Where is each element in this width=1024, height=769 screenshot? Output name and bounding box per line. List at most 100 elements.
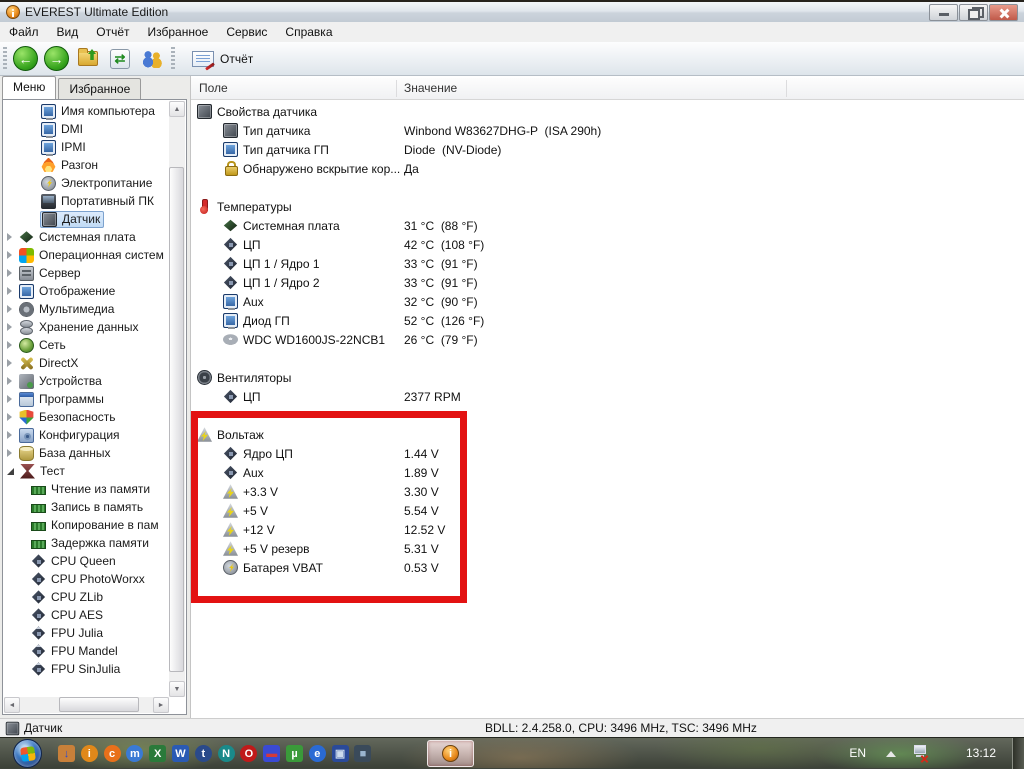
horizontal-scroll-thumb[interactable]	[59, 697, 139, 712]
title-bar[interactable]: EVEREST Ultimate Edition	[0, 0, 1024, 22]
menu-item-избранное[interactable]: Избранное	[139, 22, 218, 42]
floppy-icon[interactable]: ▬	[263, 745, 281, 762]
report-button[interactable]: Отчёт	[184, 48, 261, 70]
sidebar-item-cpu-aes[interactable]: CPU AES	[3, 606, 169, 624]
sensor-row[interactable]: Системная плата 31 °C (88 °F)	[191, 216, 1024, 235]
tree-item-box[interactable]: CPU ZLib	[30, 589, 106, 606]
tree-item-box[interactable]: Программы	[18, 391, 107, 408]
expand-arrow-icon[interactable]	[7, 449, 12, 457]
sidebar-item-fpu-julia[interactable]: FPU Julia	[3, 624, 169, 642]
tree-horizontal-scrollbar[interactable]: ◄ ►	[4, 697, 169, 713]
tree-item-box[interactable]: Запись в память	[30, 499, 146, 516]
tree-item-box[interactable]: Операционная систем	[18, 247, 167, 264]
sidebar-item-имя-компьютера[interactable]: Имя компьютера	[3, 102, 169, 120]
expand-arrow-icon[interactable]	[7, 395, 12, 403]
tree-item-box[interactable]: Задержка памяти	[30, 535, 152, 552]
expand-arrow-icon[interactable]	[7, 431, 12, 439]
taskbar-clock[interactable]: 13:12	[966, 746, 996, 760]
column-header-field[interactable]: Поле	[199, 81, 228, 95]
sidebar-item-база-данных[interactable]: База данных	[3, 444, 169, 462]
favorites-add-button[interactable]	[75, 46, 101, 72]
sidebar-item-конфигурация[interactable]: Конфигурация	[3, 426, 169, 444]
tree-item-box[interactable]: FPU Mandel	[30, 643, 121, 660]
expand-arrow-icon[interactable]	[7, 413, 12, 421]
menu-item-файл[interactable]: Файл	[0, 22, 48, 42]
tree-item-box[interactable]: Тест	[19, 463, 68, 480]
tree-item-box[interactable]: FPU SinJulia	[30, 661, 123, 678]
expand-arrow-icon[interactable]	[7, 323, 12, 331]
sidebar-item-cpu-queen[interactable]: CPU Queen	[3, 552, 169, 570]
menu-item-сервис[interactable]: Сервис	[217, 22, 276, 42]
menu-item-отчёт[interactable]: Отчёт	[87, 22, 138, 42]
sidebar-item-запись-в-память[interactable]: Запись в память	[3, 498, 169, 516]
excel-icon[interactable]: X	[149, 745, 167, 762]
expand-arrow-icon[interactable]	[7, 269, 12, 277]
column-divider[interactable]	[786, 80, 787, 97]
sidebar-item-датчик[interactable]: Датчик	[3, 210, 169, 228]
scroll-up-button[interactable]: ▲	[169, 101, 185, 117]
tree-item-box[interactable]: FPU Julia	[30, 625, 106, 642]
show-desktop-button[interactable]	[1012, 738, 1024, 769]
tree-item-box[interactable]: Копирование в пам	[30, 517, 162, 534]
expand-arrow-icon[interactable]	[7, 377, 12, 385]
section-row[interactable]: Вентиляторы	[191, 368, 1024, 387]
sidebar-item-хранение-данных[interactable]: Хранение данных	[3, 318, 169, 336]
sensor-row[interactable]: ЦП 1 / Ядро 2 33 °C (91 °F)	[191, 273, 1024, 292]
sidebar-item-directx[interactable]: DirectX	[3, 354, 169, 372]
tree-item-box[interactable]: Отображение	[18, 283, 118, 300]
tree-item-box[interactable]: База данных	[18, 445, 113, 462]
sidebar-item-разгон[interactable]: Разгон	[3, 156, 169, 174]
sensor-row[interactable]: ЦП 1 / Ядро 1 33 °C (91 °F)	[191, 254, 1024, 273]
network-places-icon[interactable]: ▣	[331, 745, 349, 762]
tree-item-box[interactable]: CPU PhotoWorxx	[30, 571, 148, 588]
maxthon-icon[interactable]: m	[126, 745, 144, 762]
tree-item-box[interactable]: Мультимедиа	[18, 301, 117, 318]
word-icon[interactable]: W	[172, 745, 189, 762]
sensor-row[interactable]: Обнаружено вскрытие кор... Да	[191, 159, 1024, 178]
sidebar-item-программы[interactable]: Программы	[3, 390, 169, 408]
tree-item-box[interactable]: Системная плата	[18, 229, 139, 246]
opera-icon[interactable]: O	[240, 745, 258, 762]
sidebar-item-fpu-mandel[interactable]: FPU Mandel	[3, 642, 169, 660]
sidebar-item-копирование-в-пам[interactable]: Копирование в пам	[3, 516, 169, 534]
tree-item-box[interactable]: Конфигурация	[18, 427, 123, 444]
sidebar-item-электропитание[interactable]: Электропитание	[3, 174, 169, 192]
users-button[interactable]	[139, 46, 165, 72]
sensor-row[interactable]: Тип датчика Winbond W83627DHG-P (ISA 290h…	[191, 121, 1024, 140]
tree-item-box[interactable]: Имя компьютера	[40, 103, 158, 120]
sidebar-item-портативный-пк[interactable]: Портативный ПК	[3, 192, 169, 210]
tree-vertical-scrollbar[interactable]: ▲ ▼	[169, 101, 185, 697]
tree-item-box[interactable]: Сервер	[18, 265, 84, 282]
sidebar-item-системная-плата[interactable]: Системная плата	[3, 228, 169, 246]
expand-arrow-icon[interactable]	[7, 233, 12, 241]
sidebar-item-чтение-из-памяти[interactable]: Чтение из памяти	[3, 480, 169, 498]
sidebar-item-ipmi[interactable]: IPMI	[3, 138, 169, 156]
expand-arrow-icon[interactable]	[7, 251, 12, 259]
sidebar-item-сервер[interactable]: Сервер	[3, 264, 169, 282]
everest-taskbar-button[interactable]: i	[427, 740, 474, 767]
tree-item-box[interactable]: Сеть	[18, 337, 69, 354]
tree-item-box[interactable]: Безопасность	[18, 409, 119, 426]
sidebar-item-операционная-систем[interactable]: Операционная систем	[3, 246, 169, 264]
utorrent-icon[interactable]: µ	[286, 745, 303, 762]
tree-item-box[interactable]: Электропитание	[40, 175, 155, 192]
refresh-button[interactable]: ⇄	[107, 46, 133, 72]
sidebar-item-безопасность[interactable]: Безопасность	[3, 408, 169, 426]
sidebar-item-cpu-zlib[interactable]: CPU ZLib	[3, 588, 169, 606]
collapse-arrow-icon[interactable]	[7, 467, 14, 475]
tree-item-box[interactable]: Портативный ПК	[40, 193, 157, 210]
sidebar-item-cpu-photoworxx[interactable]: CPU PhotoWorxx	[3, 570, 169, 588]
section-row[interactable]: Температуры	[191, 197, 1024, 216]
menu-item-справка[interactable]: Справка	[276, 22, 341, 42]
tree-item-box[interactable]: DirectX	[18, 355, 81, 372]
scroll-down-button[interactable]: ▼	[169, 681, 185, 697]
forward-button[interactable]: →	[44, 46, 69, 71]
tab-menu[interactable]: Меню	[2, 76, 57, 99]
vertical-scroll-thumb[interactable]	[169, 167, 184, 672]
tree-item-box[interactable]: IPMI	[40, 139, 89, 156]
close-button[interactable]	[989, 4, 1018, 21]
ie-icon[interactable]: e	[308, 745, 326, 762]
start-button[interactable]	[13, 739, 42, 768]
network-disconnected-icon[interactable]	[912, 745, 929, 763]
sidebar-item-мультимедиа[interactable]: Мультимедиа	[3, 300, 169, 318]
